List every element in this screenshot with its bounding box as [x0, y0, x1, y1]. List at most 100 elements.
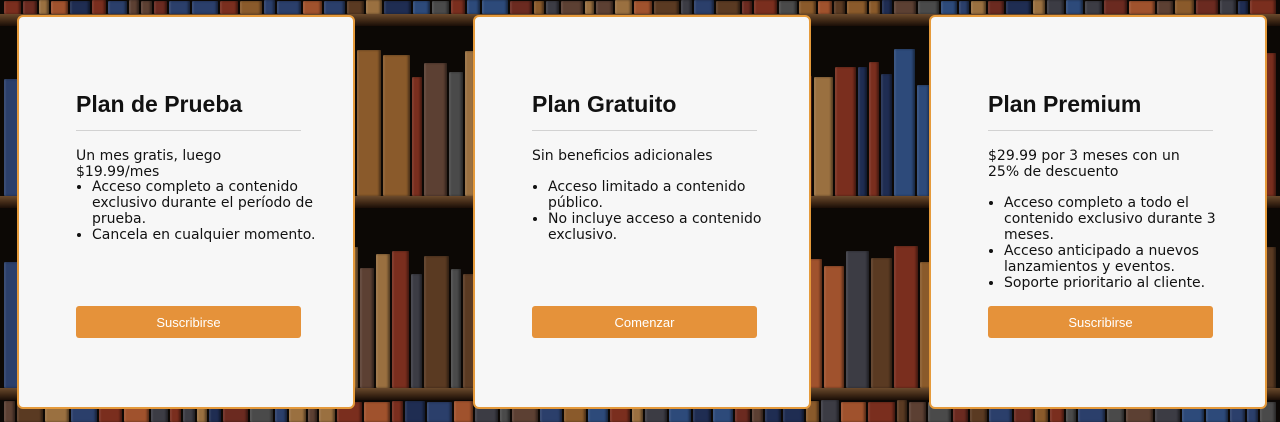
feature-item: Cancela en cualquier momento. — [92, 227, 317, 243]
book-spine — [908, 402, 927, 422]
divider — [988, 130, 1213, 131]
plan-description: Sin beneficios adicionales — [532, 148, 713, 164]
book-spine — [128, 0, 139, 14]
book-spine — [560, 1, 583, 14]
book-spine — [971, 1, 986, 14]
book-spine — [845, 251, 869, 388]
book-spine — [107, 1, 127, 14]
feature-list: Acceso completo a contenido exclusivo du… — [76, 179, 317, 243]
plan-title: Plan Premium — [988, 91, 1142, 117]
book-spine — [596, 1, 613, 14]
book-spine — [410, 274, 423, 388]
book-spine — [1195, 0, 1218, 14]
book-spine — [1103, 0, 1127, 14]
divider — [76, 130, 301, 131]
book-spine — [324, 1, 345, 14]
book-spine — [277, 1, 302, 14]
book-spine — [868, 402, 895, 422]
book-spine — [1156, 1, 1174, 14]
book-spine — [716, 1, 740, 14]
book-spine — [466, 0, 481, 14]
subscribe-button[interactable]: Suscribirse — [988, 306, 1213, 338]
book-spine — [264, 0, 276, 14]
book-spine — [896, 400, 907, 422]
book-spine — [51, 1, 68, 14]
book-spine — [391, 251, 409, 388]
book-spine — [917, 1, 940, 14]
book-spine — [869, 62, 880, 196]
book-spine — [405, 401, 425, 422]
book-spine — [411, 77, 423, 196]
book-spine — [1175, 0, 1194, 14]
book-spine — [1046, 0, 1065, 14]
plan-description: Un mes gratis, luego $19.99/mes — [76, 148, 222, 180]
book-spine — [363, 402, 391, 422]
plan-card-gratuito: Plan Gratuito Sin beneficios adicionales… — [473, 15, 811, 409]
book-spine — [893, 1, 916, 14]
book-spine — [346, 1, 365, 14]
book-spine — [424, 256, 450, 388]
book-spine — [1066, 0, 1084, 14]
book-spine — [824, 266, 844, 388]
book-spine — [741, 1, 753, 14]
book-spine — [451, 0, 465, 14]
divider — [532, 130, 757, 131]
book-spine — [4, 1, 22, 14]
feature-item: Acceso anticipado a nuevos lanzamientos … — [1004, 243, 1229, 275]
book-spine — [451, 269, 461, 388]
book-spine — [833, 1, 846, 14]
book-spine — [653, 1, 679, 14]
feature-item: Soporte prioritario al cliente. — [1004, 275, 1229, 291]
book-spine — [798, 1, 817, 14]
book-spine — [140, 1, 153, 14]
book-spine — [1249, 0, 1276, 14]
feature-list: Acceso completo a todo el contenido excl… — [988, 195, 1229, 291]
book-spine — [893, 49, 916, 196]
book-spine — [23, 1, 37, 14]
book-spine — [1033, 0, 1045, 14]
book-spine — [779, 1, 797, 14]
book-spine — [154, 1, 167, 14]
plan-title: Plan Gratuito — [532, 91, 677, 117]
plan-title: Plan de Prueba — [76, 91, 243, 117]
book-spine — [168, 1, 190, 14]
book-spine — [680, 0, 693, 14]
book-spine — [870, 258, 893, 388]
book-spine — [1128, 1, 1155, 14]
book-spine — [454, 401, 474, 422]
book-spine — [1006, 1, 1032, 14]
feature-item: Acceso limitado a contenido público. — [548, 179, 773, 211]
book-spine — [412, 1, 430, 14]
book-spine — [941, 1, 957, 14]
feature-item: No incluye acceso a contenido exclusivo. — [548, 211, 773, 243]
book-spine — [482, 0, 509, 14]
book-spine — [694, 0, 715, 14]
book-spine — [818, 1, 832, 14]
book-spine — [534, 1, 545, 14]
book-spine — [448, 72, 463, 196]
book-spine — [366, 0, 383, 14]
book-spine — [92, 0, 106, 14]
book-spine — [356, 50, 382, 196]
start-button[interactable]: Comenzar — [532, 306, 757, 338]
book-spine — [869, 1, 881, 14]
book-spine — [384, 1, 411, 14]
book-spine — [894, 246, 918, 388]
plan-description: $29.99 por 3 meses con un 25% de descuen… — [988, 148, 1180, 180]
book-spine — [614, 0, 633, 14]
book-spine — [426, 402, 453, 422]
book-spine — [546, 1, 559, 14]
book-spine — [392, 401, 404, 422]
book-spine — [847, 1, 868, 14]
plan-card-prueba: Plan de Prueba Un mes gratis, luego $19.… — [17, 15, 355, 409]
book-spine — [754, 0, 778, 14]
book-spine — [4, 401, 15, 422]
book-spine — [584, 1, 595, 14]
feature-item: Acceso completo a contenido exclusivo du… — [92, 179, 317, 227]
book-spine — [857, 67, 868, 196]
book-spine — [424, 63, 447, 196]
book-spine — [69, 1, 91, 14]
subscribe-button[interactable]: Suscribirse — [76, 306, 301, 338]
book-spine — [191, 1, 218, 14]
book-spine — [38, 0, 50, 14]
